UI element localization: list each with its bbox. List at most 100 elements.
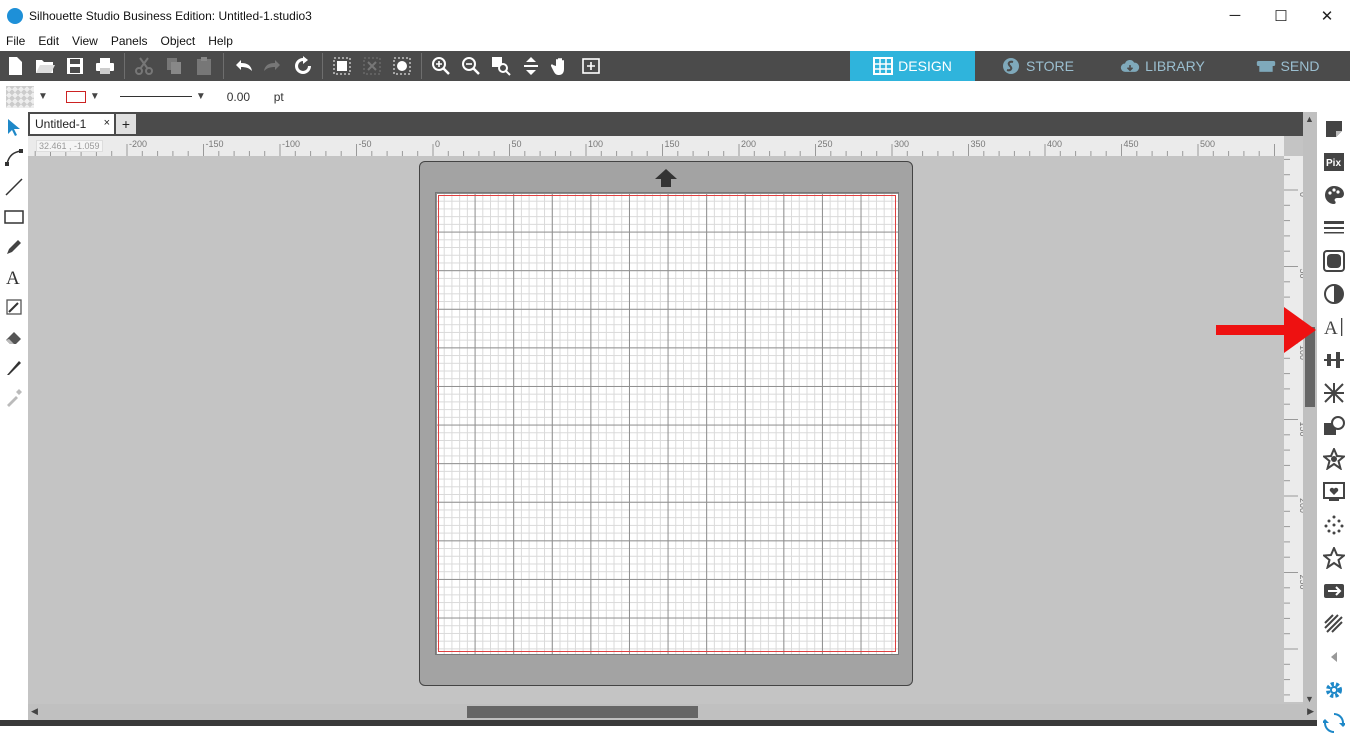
tab-send[interactable]: SEND (1225, 51, 1350, 81)
trace-panel-icon[interactable] (1317, 277, 1350, 310)
toolbar-divider (124, 53, 125, 79)
knife-tool[interactable] (0, 352, 28, 382)
main-toolbar: DESIGN STORE LIBRARY SEND (0, 51, 1350, 81)
tab-design[interactable]: DESIGN (850, 51, 975, 81)
sync-icon[interactable] (1317, 706, 1350, 739)
deselect-icon[interactable] (357, 51, 387, 81)
title-bar: Silhouette Studio Business Edition: Unti… (0, 0, 1350, 31)
line-style-panel-icon[interactable] (1317, 211, 1350, 244)
favorites-panel-icon[interactable] (1317, 442, 1350, 475)
design-workspace[interactable]: Untitled-1 × + -200 -150 -100 -50 0 50 100 150 2… (28, 112, 1317, 718)
zoom-select-icon[interactable] (486, 51, 516, 81)
line-color-dropdown-icon[interactable]: ▼ (90, 91, 100, 102)
menu-object[interactable]: Object (161, 34, 202, 48)
select-tool[interactable] (0, 112, 28, 142)
scroll-left-icon[interactable]: ◀ (31, 706, 38, 717)
ruler-label: 200 (741, 139, 756, 149)
copy-icon[interactable] (159, 51, 189, 81)
redo-icon[interactable] (258, 51, 288, 81)
vertical-scrollbar[interactable]: ▲ ▼ (1303, 112, 1317, 706)
window-controls: ─ ☐ ✕ (1212, 0, 1350, 31)
document-tab[interactable]: Untitled-1 × (30, 114, 114, 134)
close-button[interactable]: ✕ (1304, 0, 1350, 31)
pixscan-panel-icon[interactable]: Pix (1317, 145, 1350, 178)
fill-color-swatch[interactable] (6, 85, 34, 108)
window-title: Silhouette Studio Business Edition: Unti… (29, 8, 312, 23)
fill-dropdown-icon[interactable]: ▼ (38, 91, 48, 102)
tab-store[interactable]: STORE (975, 51, 1100, 81)
menu-file[interactable]: File (6, 34, 31, 48)
scroll-up-icon[interactable]: ▲ (1305, 114, 1314, 124)
text-a-icon: A (6, 268, 20, 287)
tab-library[interactable]: LIBRARY (1100, 51, 1225, 81)
eyedropper-tool[interactable] (0, 382, 28, 412)
zoom-in-icon[interactable] (426, 51, 456, 81)
ruler-label: 450 (1124, 139, 1139, 149)
redraw-icon[interactable] (288, 51, 318, 81)
fit-to-page-icon[interactable] (516, 51, 546, 81)
ruler-label: 400 (1047, 139, 1062, 149)
knife-icon (7, 361, 21, 375)
minimize-button[interactable]: ─ (1212, 0, 1258, 31)
text-tool[interactable]: A (0, 262, 28, 292)
cloud-icon (1120, 60, 1140, 72)
align-panel-icon[interactable] (1317, 343, 1350, 376)
save-icon[interactable] (60, 51, 90, 81)
line-icon (5, 178, 23, 196)
print-icon[interactable] (90, 51, 120, 81)
collapse-panel-icon[interactable] (1317, 640, 1350, 673)
menu-bar: File Edit View Panels Object Help (0, 31, 1350, 51)
zoom-out-icon[interactable] (456, 51, 486, 81)
rectangle-tool[interactable] (0, 202, 28, 232)
library-heart-panel-icon[interactable] (1317, 475, 1350, 508)
cutter-icon (1256, 61, 1275, 72)
menu-edit[interactable]: Edit (38, 34, 65, 48)
document-tab-bar: Untitled-1 × + (28, 112, 1317, 136)
design-store-star-panel-icon[interactable] (1317, 541, 1350, 574)
modify-panel-icon[interactable] (1317, 409, 1350, 442)
svg-text:A: A (1324, 318, 1338, 338)
cut-icon[interactable] (129, 51, 159, 81)
design-grid-icon (873, 57, 894, 75)
horizontal-scrollbar[interactable]: ◀ ▶ (28, 704, 1317, 720)
pencil-icon (7, 240, 21, 254)
line-style-dropdown-icon[interactable]: ▼ (196, 91, 206, 102)
scroll-down-icon[interactable]: ▼ (1305, 694, 1314, 704)
edit-points-tool[interactable] (0, 142, 28, 172)
pan-hand-icon[interactable] (546, 51, 576, 81)
menu-view[interactable]: View (72, 34, 104, 48)
line-color-swatch[interactable] (65, 90, 86, 103)
line-width-input[interactable]: 0.00 (224, 88, 264, 106)
settings-gear-icon[interactable] (1317, 673, 1350, 706)
undo-icon[interactable] (228, 51, 258, 81)
add-document-tab[interactable]: + (116, 114, 136, 134)
new-file-icon[interactable] (0, 51, 30, 81)
image-effects-panel-icon[interactable] (1317, 244, 1350, 277)
sketch-panel-icon[interactable] (1317, 607, 1350, 640)
maximize-button[interactable]: ☐ (1258, 0, 1304, 31)
paste-icon[interactable] (189, 51, 219, 81)
document-tab-close[interactable]: × (104, 117, 110, 129)
menu-panels[interactable]: Panels (111, 34, 154, 48)
select-by-color-icon[interactable] (387, 51, 417, 81)
line-style-preview[interactable] (119, 96, 192, 97)
open-folder-icon[interactable] (30, 51, 60, 81)
rhinestone-panel-icon[interactable] (1317, 508, 1350, 541)
sketch-tool[interactable] (0, 292, 28, 322)
horizontal-scroll-thumb[interactable] (467, 706, 698, 718)
fill-panel-icon[interactable] (1317, 178, 1350, 211)
tab-design-label: DESIGN (898, 58, 952, 74)
transform-panel-icon[interactable] (1317, 574, 1350, 607)
page-setup-panel-icon[interactable] (1317, 112, 1350, 145)
scroll-right-icon[interactable]: ▶ (1307, 706, 1314, 717)
select-all-icon[interactable] (327, 51, 357, 81)
draw-tool[interactable] (0, 232, 28, 262)
ruler-label: 350 (971, 139, 986, 149)
cut-border (438, 195, 896, 652)
eraser-tool[interactable] (0, 322, 28, 352)
offset-panel-icon[interactable] (1317, 376, 1350, 409)
menu-help[interactable]: Help (208, 34, 239, 48)
zoom-fit-icon[interactable] (576, 51, 606, 81)
line-tool[interactable] (0, 172, 28, 202)
text-style-panel-icon[interactable]: A (1317, 310, 1350, 343)
